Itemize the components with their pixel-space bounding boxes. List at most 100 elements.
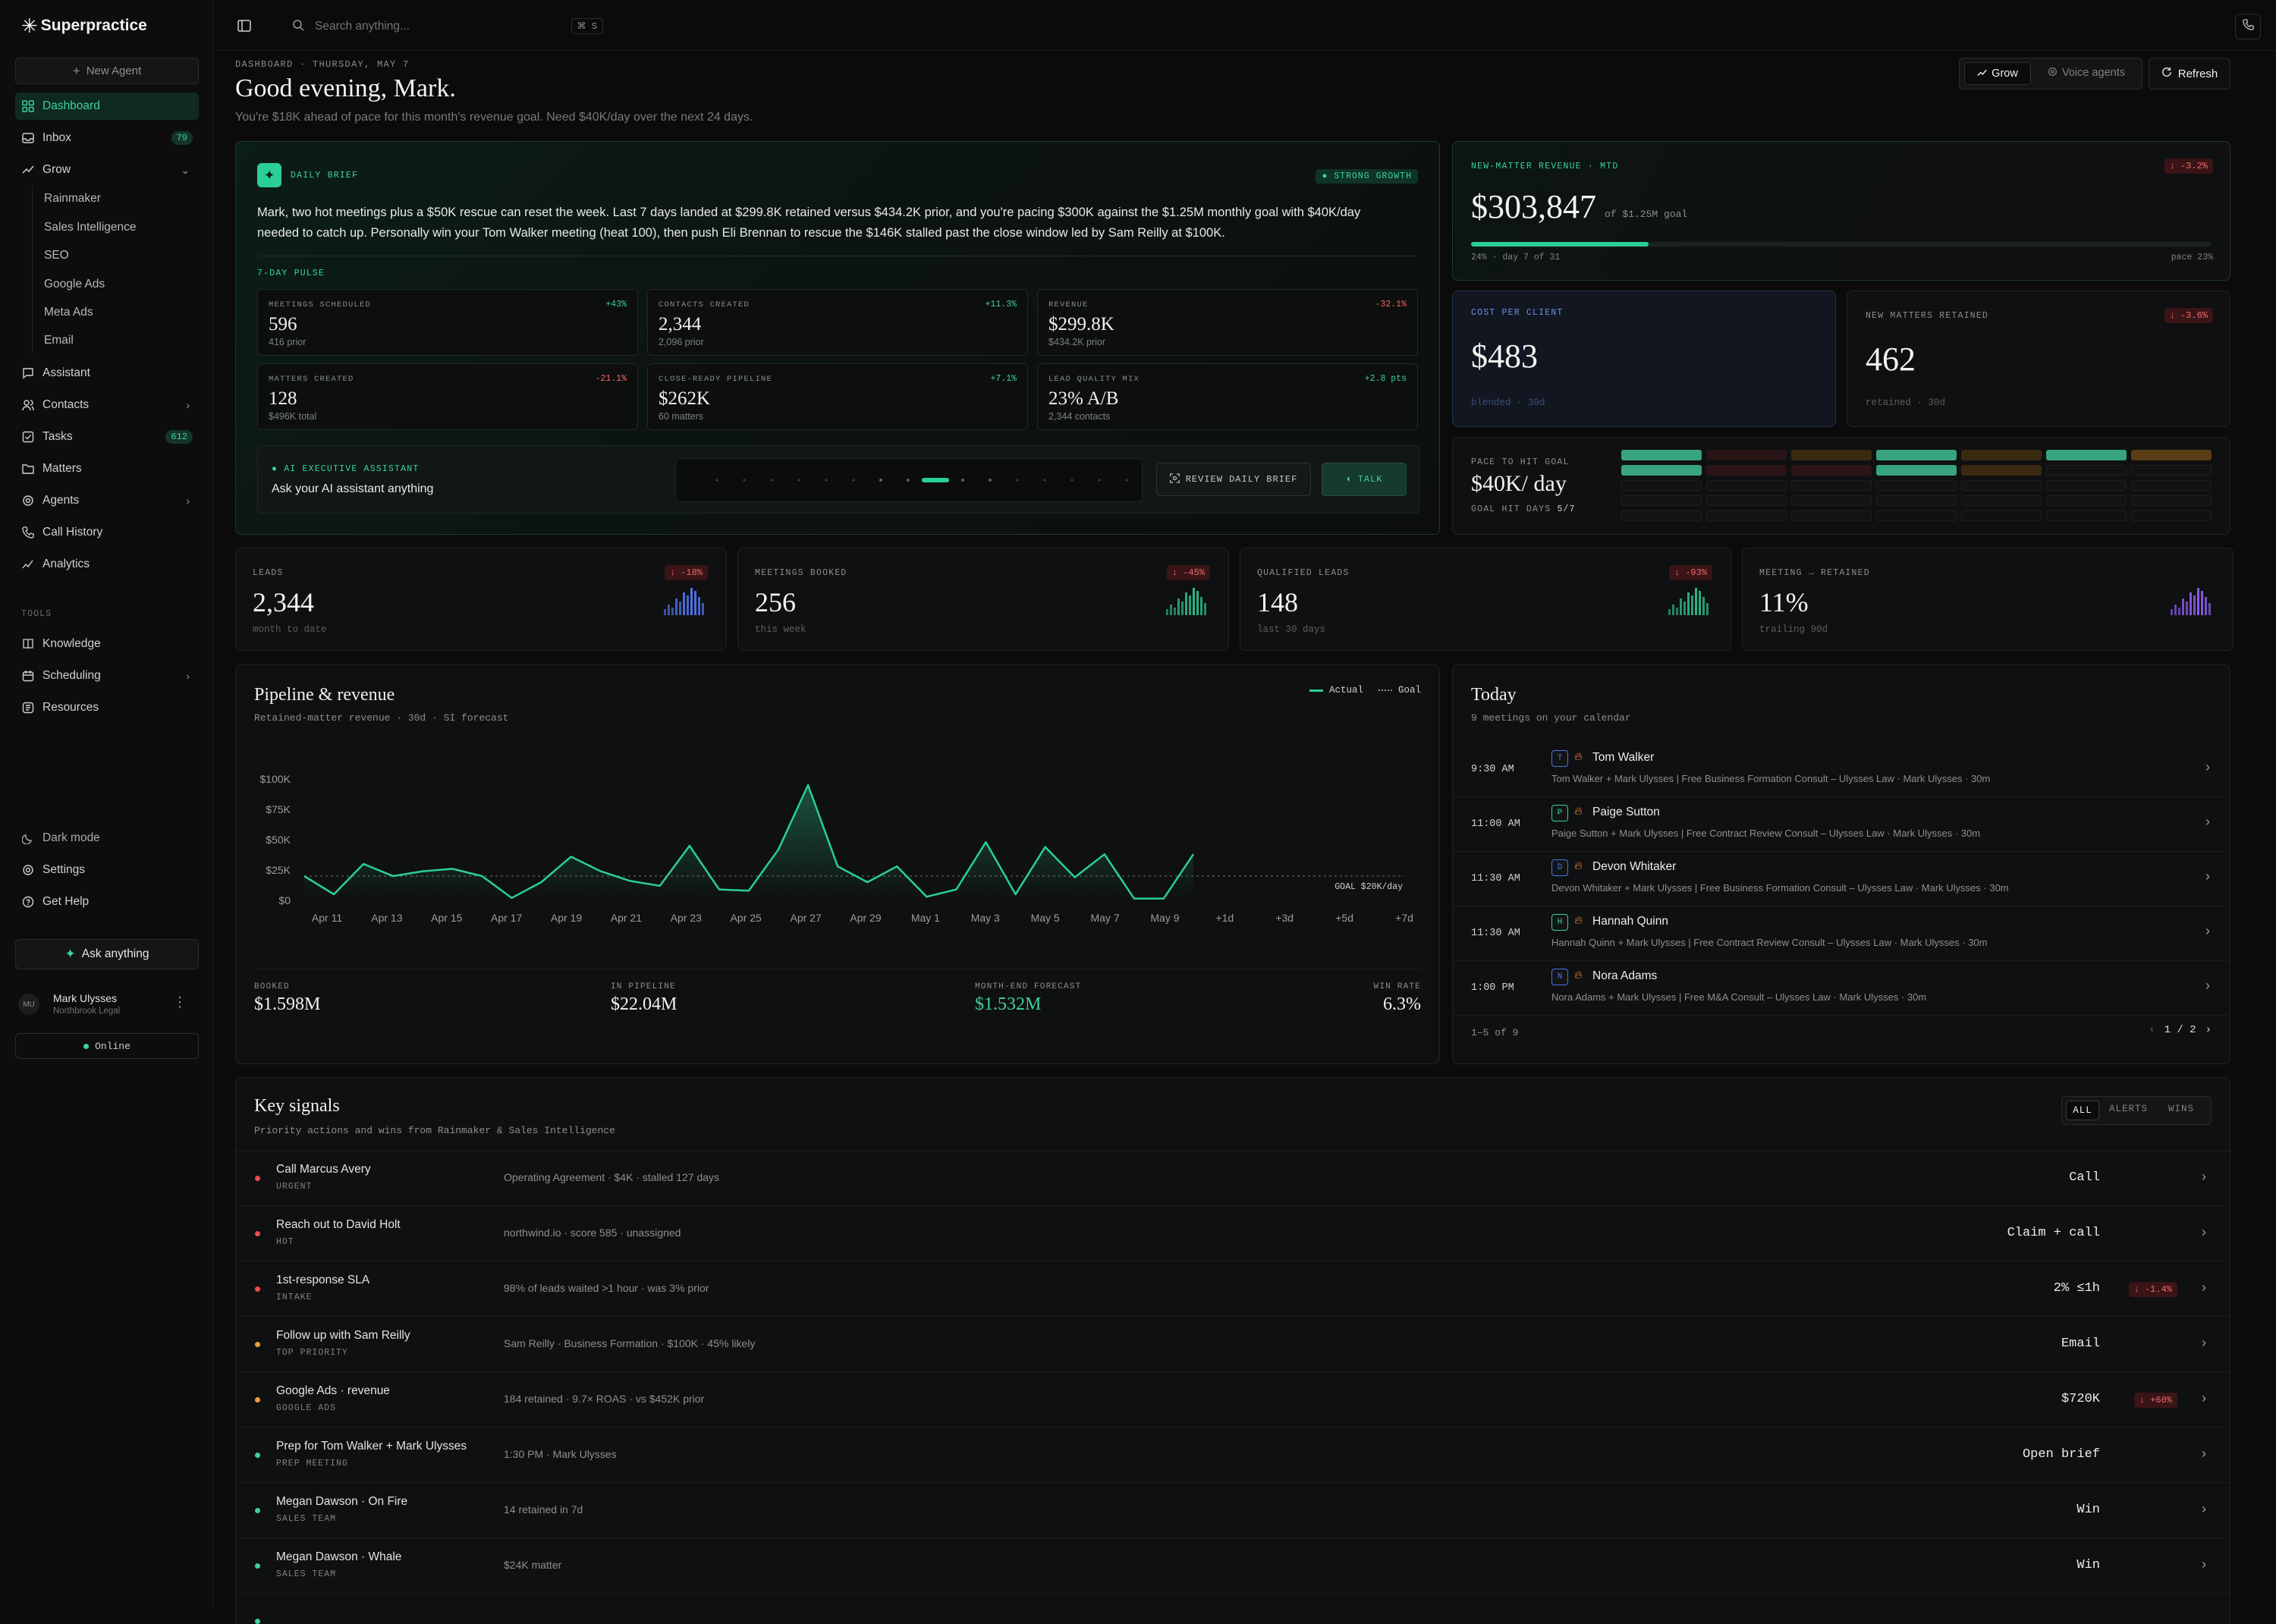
toggle-grow[interactable]: Grow: [1964, 62, 2031, 85]
sidebar-sub-seo[interactable]: SEO: [44, 244, 69, 267]
pulse-stat[interactable]: MEETINGS SCHEDULED +43% 596 416 prior: [257, 289, 638, 356]
sidebar-item-inbox[interactable]: Inbox 79: [15, 124, 199, 152]
pulse-stat[interactable]: REVENUE -32.1% $299.8K $434.2K prior: [1037, 289, 1418, 356]
signal-action[interactable]: Win: [2076, 1558, 2100, 1572]
search-bar[interactable]: ⌘ S: [292, 15, 603, 38]
revenue-card[interactable]: NEW-MATTER REVENUE · MTD ↓ -3.2% $303,84…: [1452, 141, 2230, 281]
sidebar-item-help[interactable]: Get Help: [15, 888, 199, 916]
sidebar-toggle-icon[interactable]: [237, 20, 251, 36]
assistant-prompt[interactable]: Ask your AI assistant anything: [272, 482, 433, 496]
sidebar-sub-meta-ads[interactable]: Meta Ads: [44, 301, 93, 324]
sidebar-item-assistant[interactable]: Assistant: [15, 360, 199, 387]
footer-stat-label: MONTH-END FORECAST: [975, 982, 1082, 991]
ask-anything-button[interactable]: ✦ Ask anything: [15, 939, 199, 969]
signal-row[interactable]: Follow up with Sam Reilly TOP PRIORITY Sam…: [237, 1317, 2229, 1372]
more-vertical-icon[interactable]: ⋮: [173, 995, 187, 1009]
app-logo[interactable]: ✳ Superpractice: [21, 16, 147, 36]
cost-per-client-card[interactable]: COST PER CLIENT $483 blended · 30d: [1452, 291, 1836, 427]
retained-card[interactable]: NEW MATTERS RETAINED ↓ -3.6% 462 retaine…: [1847, 291, 2230, 427]
signal-row[interactable]: Megan Dawson · Whale SALES TEAM $24K matte…: [237, 1538, 2229, 1594]
heatmap-cell: [1621, 480, 1702, 491]
signal-action[interactable]: Open brief: [2023, 1447, 2100, 1462]
sidebar-sub-email[interactable]: Email: [44, 329, 74, 352]
sidebar-item-label: Inbox: [42, 131, 71, 144]
signal-action[interactable]: 2% ≤1h: [2054, 1281, 2100, 1296]
sidebar-item-knowledge[interactable]: Knowledge: [15, 630, 199, 658]
sidebar-item-agents[interactable]: Agents ›: [15, 487, 199, 514]
filter-alerts[interactable]: ALERTS: [2109, 1104, 2148, 1114]
pulse-stat[interactable]: CLOSE-READY PIPELINE +7.1% $262K 60 matters: [647, 363, 1028, 430]
signal-row[interactable]: Reach out to David Holt HOT northwind.io ·…: [237, 1206, 2229, 1261]
footer-stat-value: $22.04M: [611, 994, 677, 1014]
signal-action[interactable]: $720K: [2061, 1392, 2100, 1406]
user-profile[interactable]: MU Mark Ulysses Northbrook Legal ⋮: [15, 989, 197, 1019]
online-status[interactable]: Online: [15, 1033, 199, 1059]
sidebar-item-matters[interactable]: Matters: [15, 455, 199, 482]
sidebar-item-tasks[interactable]: Tasks 612: [15, 423, 199, 451]
review-daily-brief-button[interactable]: REVIEW DAILY BRIEF: [1156, 463, 1311, 496]
signal-action[interactable]: Win: [2076, 1503, 2100, 1517]
filter-all[interactable]: ALL: [2066, 1101, 2099, 1120]
sidebar-item-dashboard[interactable]: Dashboard: [15, 93, 199, 120]
pulse-stat[interactable]: CONTACTS CREATED +11.3% 2,344 2,096 prior: [647, 289, 1028, 356]
meeting-row[interactable]: 1:00 PM N 🔥︎ Nora Adams Nora Adams + Mark Ul…: [1453, 961, 2228, 1016]
signal-row[interactable]: Call Marcus Avery URGENT Operating Agreeme…: [237, 1151, 2229, 1206]
search-icon: [292, 19, 304, 35]
sidebar-item-grow[interactable]: Grow ⌄: [15, 156, 199, 184]
signal-action[interactable]: Claim + call: [2007, 1226, 2100, 1240]
talk-button[interactable]: ◖ TALK: [1322, 463, 1407, 496]
sidebar-item-call-history[interactable]: Call History: [15, 519, 199, 546]
signal-row[interactable]: Prep for Tom Walker + Mark Ulysses PREP M…: [237, 1428, 2229, 1483]
meeting-row[interactable]: 11:00 AM P 🔥︎ Paige Sutton Paige Sutton + Ma…: [1453, 797, 2228, 852]
dark-mode-toggle[interactable]: Dark mode: [15, 825, 199, 852]
pulse-stat[interactable]: MATTERS CREATED -21.1% 128 $496K total: [257, 363, 638, 430]
signal-action[interactable]: Call: [2069, 1170, 2100, 1185]
sidebar-item-contacts[interactable]: Contacts ›: [15, 391, 199, 419]
pulse-label: 7-DAY PULSE: [257, 269, 325, 278]
sidebar-item-analytics[interactable]: Analytics: [15, 551, 199, 578]
sidebar-item-label: Resources: [42, 701, 99, 714]
kpi-card[interactable]: QUALIFIED LEADS ↓ -93% 148 last 30 days: [1240, 548, 1731, 651]
waveform-dots: [715, 478, 1128, 482]
waveform-dot: [879, 479, 882, 482]
sidebar-sub-sales-intelligence[interactable]: Sales Intelligence: [44, 216, 137, 239]
moon-icon: [21, 831, 35, 845]
sparkline-bar: [1196, 591, 1199, 615]
refresh-button[interactable]: Refresh: [2149, 58, 2230, 90]
signal-action[interactable]: Email: [2061, 1337, 2100, 1351]
sparkline-bar: [1706, 603, 1709, 615]
toggle-voice-agents[interactable]: Voice agents: [2036, 62, 2137, 83]
pulse-stat-value: $299.8K: [1048, 314, 1114, 335]
voice-waveform[interactable]: [675, 458, 1143, 502]
heatmap-cell: [2046, 480, 2127, 491]
pulse-stat[interactable]: LEAD QUALITY MIX +2.8 pts 23% A/B 2,344 con…: [1037, 363, 1418, 430]
kpi-card[interactable]: MEETINGS BOOKED ↓ -45% 256 this week: [737, 548, 1229, 651]
new-agent-button[interactable]: + New Agent: [15, 58, 199, 84]
kpi-card[interactable]: LEADS ↓ -18% 2,344 month to date: [235, 548, 727, 651]
ask-anything-label: Ask anything: [81, 947, 149, 960]
meeting-row[interactable]: 9:30 AM T 🔥︎ Tom Walker Tom Walker + Mark Ul…: [1453, 743, 2228, 797]
signal-row[interactable]: 1st-response SLA INTAKE 98% of leads waite…: [237, 1261, 2229, 1317]
phone-button[interactable]: [2235, 14, 2261, 39]
sidebar-item-settings[interactable]: Settings: [15, 856, 199, 884]
x-tick-label: Apr 25: [731, 912, 762, 924]
meeting-avatar: H: [1551, 914, 1568, 931]
signal-row[interactable]: [237, 1594, 2229, 1624]
chevron-right-icon: ›: [2205, 923, 2210, 938]
meeting-row[interactable]: 11:30 AM H 🔥︎ Hannah Quinn Hannah Quinn + Ma…: [1453, 906, 2228, 961]
signal-row[interactable]: Megan Dawson · On Fire SALES TEAM 14 retai…: [237, 1483, 2229, 1538]
signal-row[interactable]: Google Ads · revenue GOOGLE ADS 184 retain…: [237, 1372, 2229, 1428]
sidebar-item-label: Call History: [42, 526, 103, 539]
kpi-card[interactable]: MEETING → RETAINED 11% trailing 90d: [1742, 548, 2234, 651]
search-input[interactable]: [313, 19, 544, 34]
filter-wins[interactable]: WINS: [2168, 1104, 2194, 1114]
sidebar-item-resources[interactable]: Resources: [15, 694, 199, 721]
pace-card[interactable]: PACE TO HIT GOAL $40K/ day GOAL HIT DAYS…: [1452, 437, 2230, 535]
sidebar-sub-google-ads[interactable]: Google Ads: [44, 273, 105, 296]
prev-page-icon[interactable]: ‹: [2149, 1024, 2155, 1036]
sidebar-item-scheduling[interactable]: Scheduling ›: [15, 662, 199, 689]
settings-icon: [21, 863, 35, 877]
meeting-row[interactable]: 11:30 AM D 🔥︎ Devon Whitaker Devon Whitaker …: [1453, 852, 2228, 906]
sidebar-sub-rainmaker[interactable]: Rainmaker: [44, 187, 101, 210]
next-page-icon[interactable]: ›: [2205, 1024, 2212, 1036]
